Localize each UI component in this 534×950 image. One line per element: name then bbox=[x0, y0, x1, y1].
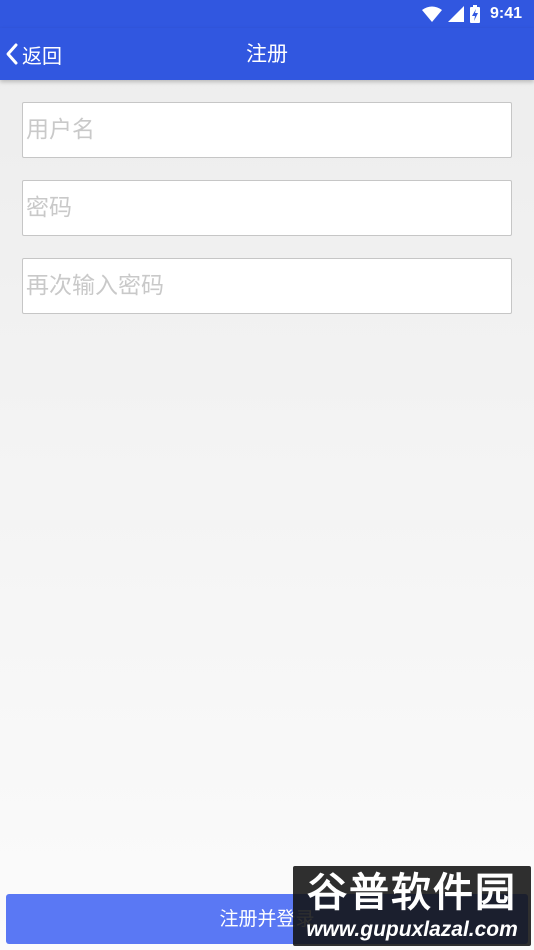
username-input[interactable] bbox=[22, 102, 512, 158]
app-bar: 返回 注册 bbox=[0, 28, 534, 80]
chevron-left-icon bbox=[4, 42, 20, 66]
watermark-url: www.gupuxlazal.com bbox=[306, 918, 518, 941]
password-input[interactable] bbox=[22, 180, 512, 236]
confirm-password-input[interactable] bbox=[22, 258, 512, 314]
page-title: 注册 bbox=[246, 42, 288, 66]
watermark: 谷普软件园 www.gupuxlazal.com bbox=[293, 866, 531, 946]
status-bar: 9:41 bbox=[0, 0, 534, 28]
watermark-logo: 谷普软件园 bbox=[307, 870, 517, 916]
cellular-signal-icon bbox=[447, 6, 464, 22]
back-button[interactable]: 返回 bbox=[4, 28, 70, 80]
back-label: 返回 bbox=[22, 43, 62, 68]
status-icons: 9:41 bbox=[421, 4, 522, 24]
battery-charging-icon bbox=[469, 5, 480, 23]
register-form bbox=[22, 102, 512, 336]
wifi-icon bbox=[421, 6, 442, 22]
status-time: 9:41 bbox=[489, 5, 522, 22]
